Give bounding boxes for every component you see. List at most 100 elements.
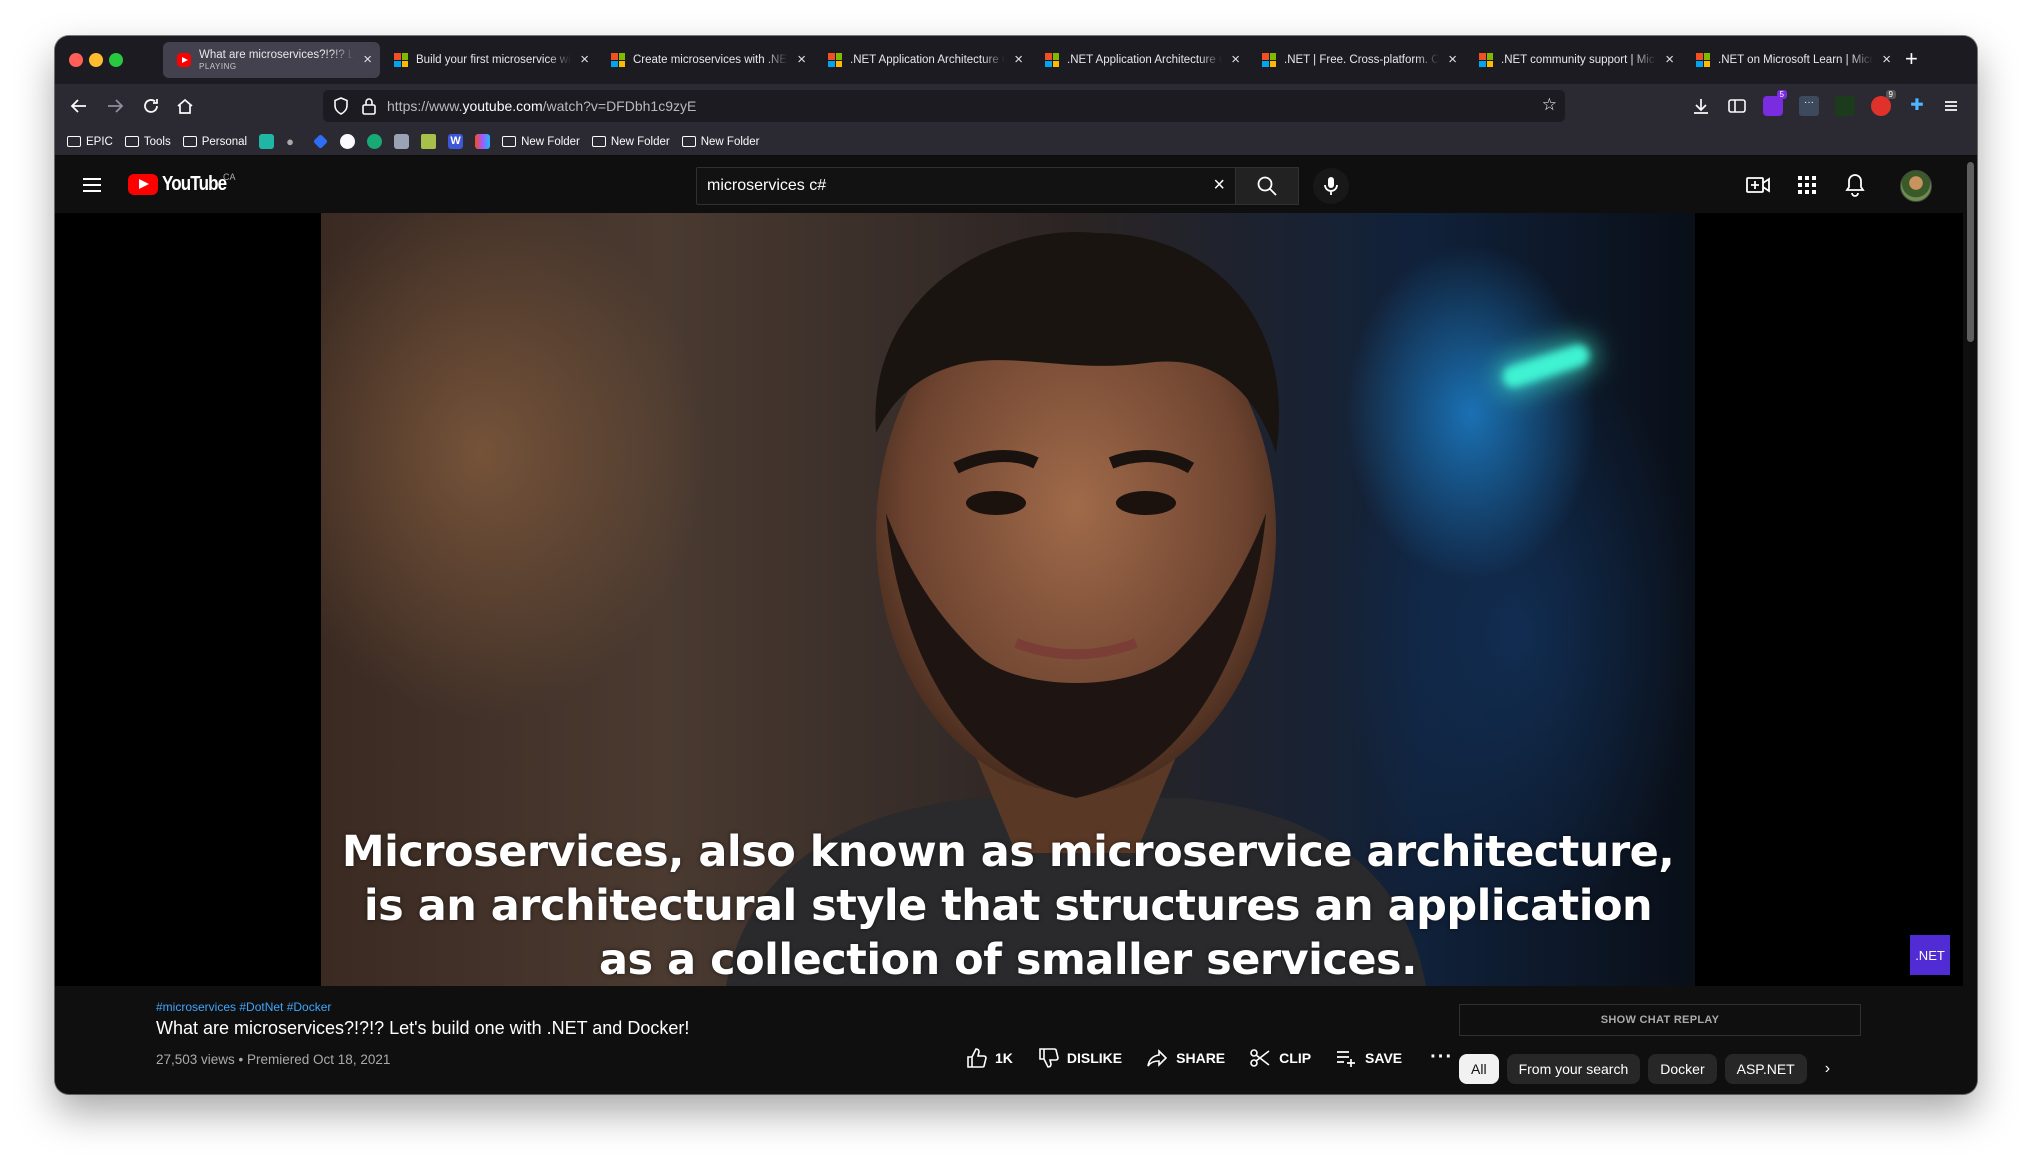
create-video-icon[interactable] (1745, 172, 1771, 198)
bookmark-new-folder-1[interactable]: New Folder (502, 136, 580, 148)
youtube-play-icon (128, 174, 158, 195)
account-avatar[interactable] (1900, 170, 1932, 202)
more-actions-icon[interactable]: ··· (1430, 1046, 1453, 1069)
tab-close-icon[interactable]: × (1231, 51, 1240, 68)
tab-close-icon[interactable]: × (580, 51, 589, 68)
chevron-right-icon[interactable]: › (1825, 1060, 1830, 1078)
tab-net-architecture-2[interactable]: .NET Application Architecture Guides × (1031, 42, 1248, 78)
w-site-icon[interactable]: W (448, 134, 464, 149)
chip-docker[interactable]: Docker (1648, 1054, 1717, 1084)
sidebar-toggle-icon[interactable] (1727, 96, 1747, 116)
chip-aspnet[interactable]: ASP.NET (1724, 1054, 1807, 1084)
thumbs-up-icon (967, 1047, 987, 1068)
bookmark-site-icon[interactable] (421, 134, 437, 149)
extension-badge: 5 (1776, 90, 1787, 99)
tab-label: .NET Application Architecture Guides (1067, 54, 1222, 66)
address-bar[interactable]: https://www.youtube.com/watch?v=DFDbh1c9… (323, 90, 1565, 122)
bookmark-star-icon[interactable]: ☆ (1542, 95, 1557, 115)
tab-close-icon[interactable]: × (1665, 51, 1674, 68)
bookmark-tools[interactable]: Tools (124, 136, 171, 148)
tab-close-icon[interactable]: × (1882, 51, 1891, 68)
tab-net-architecture-1[interactable]: .NET Application Architecture Guides × (814, 42, 1031, 78)
bookmark-site-icon[interactable] (367, 134, 383, 149)
country-code: CA (223, 172, 236, 182)
tab-close-icon[interactable]: × (1014, 51, 1023, 68)
home-button[interactable] (171, 92, 199, 120)
tab-close-icon[interactable]: × (797, 51, 806, 68)
url-path: /watch?v=DFDbh1c9zyE (542, 98, 697, 114)
puzzle-extension-icon[interactable]: ✚ (1907, 96, 1927, 116)
scrollbar-thumb[interactable] (1967, 162, 1974, 342)
tab-youtube-video[interactable]: What are microservices?!?!? Let's build … (163, 42, 380, 78)
notifications-bell-icon[interactable] (1842, 172, 1868, 198)
youtube-logo[interactable]: YouTube (128, 173, 238, 196)
bookmark-label: Personal (201, 135, 248, 148)
maximize-window-button[interactable] (109, 53, 123, 67)
tab-create-microservices[interactable]: Create microservices with .NET and ASP.N… (597, 42, 814, 78)
youtube-wordmark: YouTube (162, 173, 227, 195)
bookmark-site-icon[interactable] (394, 134, 410, 149)
dislike-button[interactable]: DISLIKE (1037, 1047, 1122, 1069)
bookmark-site-icon[interactable] (313, 134, 329, 149)
bookmark-site-icon[interactable] (259, 134, 275, 149)
lock-icon[interactable] (359, 96, 379, 116)
tracking-shield-icon[interactable] (331, 96, 351, 116)
bookmark-epic[interactable]: EPIC (67, 136, 113, 148)
tab-label: Create microservices with .NET and ASP.N… (633, 54, 788, 66)
channel-watermark[interactable]: .NET (1910, 935, 1950, 975)
share-button[interactable]: SHARE (1146, 1047, 1225, 1069)
extension-more-icon[interactable]: ··· (1799, 96, 1819, 116)
tab-build-microservice[interactable]: Build your first microservice with .NET … (380, 42, 597, 78)
bookmark-new-folder-2[interactable]: New Folder (591, 136, 670, 148)
like-button[interactable]: 1K (965, 1047, 1013, 1069)
figma-icon[interactable] (475, 134, 491, 149)
search-input[interactable]: microservices c# × (696, 167, 1236, 205)
tab-label: .NET | Free. Cross-platform. Open Source… (1284, 54, 1439, 66)
extension-icon[interactable] (1835, 96, 1855, 116)
downloads-icon[interactable] (1691, 96, 1711, 116)
video-player[interactable]: Microservices, also known as microservic… (55, 213, 1963, 986)
voice-search-button[interactable] (1313, 168, 1349, 204)
dislike-label: DISLIKE (1066, 1049, 1123, 1066)
recommendation-chips: All From your search Docker ASP.NET › (1459, 1054, 1830, 1084)
close-window-button[interactable] (69, 53, 83, 67)
clip-button[interactable]: CLIP (1249, 1047, 1311, 1069)
search-icon (1257, 176, 1277, 196)
extension-icon[interactable]: 5 (1763, 90, 1787, 116)
bookmark-personal[interactable]: Personal (182, 135, 248, 148)
github-icon[interactable] (340, 134, 356, 149)
show-chat-replay-button[interactable]: SHOW CHAT REPLAY (1459, 1004, 1861, 1036)
microsoft-icon (1696, 53, 1710, 67)
bookmark-label: New Folder (700, 135, 760, 148)
page-scrollbar[interactable] (1963, 156, 1977, 1094)
video-hashtags[interactable]: #microservices #DotNet #Docker (156, 1000, 331, 1014)
chip-all[interactable]: All (1459, 1054, 1499, 1084)
youtube-header: YouTube CA microservices c# × (55, 156, 1977, 213)
back-button[interactable] (65, 92, 93, 120)
tab-net-learn[interactable]: .NET on Microsoft Learn | Microsoft × (1682, 42, 1899, 78)
tab-net-home[interactable]: .NET | Free. Cross-platform. Open Source… (1248, 42, 1465, 78)
tab-close-icon[interactable]: × (363, 51, 372, 68)
adblock-extension-icon[interactable]: 9 (1871, 90, 1896, 116)
search-button[interactable] (1235, 167, 1299, 205)
new-tab-button[interactable]: + (1905, 45, 1918, 73)
forward-button[interactable] (101, 92, 129, 120)
caption-line: Microservices, also known as microservic… (341, 827, 1675, 877)
reload-button[interactable] (137, 92, 165, 120)
apple-icon[interactable]: ● (286, 134, 301, 149)
tab-strip: What are microservices?!?!? Let's build … (55, 36, 1977, 84)
menu-icon[interactable] (1941, 96, 1961, 116)
url-text[interactable]: https://www.youtube.com/watch?v=DFDbh1c9… (387, 98, 696, 114)
apps-grid-icon[interactable] (1794, 172, 1820, 198)
browser-window: What are microservices?!?!? Let's build … (55, 36, 1977, 1094)
tab-net-community[interactable]: .NET community support | Microsoft × (1465, 42, 1682, 78)
microsoft-icon (611, 53, 625, 67)
minimize-window-button[interactable] (89, 53, 103, 67)
tab-close-icon[interactable]: × (1448, 51, 1457, 68)
like-count: 1K (995, 1049, 1013, 1066)
guide-menu-icon[interactable] (83, 178, 101, 192)
chip-from-your-search[interactable]: From your search (1506, 1054, 1641, 1084)
bookmark-new-folder-3[interactable]: New Folder (681, 135, 760, 148)
save-button[interactable]: SAVE (1335, 1047, 1402, 1069)
clear-search-icon[interactable]: × (1213, 174, 1225, 197)
